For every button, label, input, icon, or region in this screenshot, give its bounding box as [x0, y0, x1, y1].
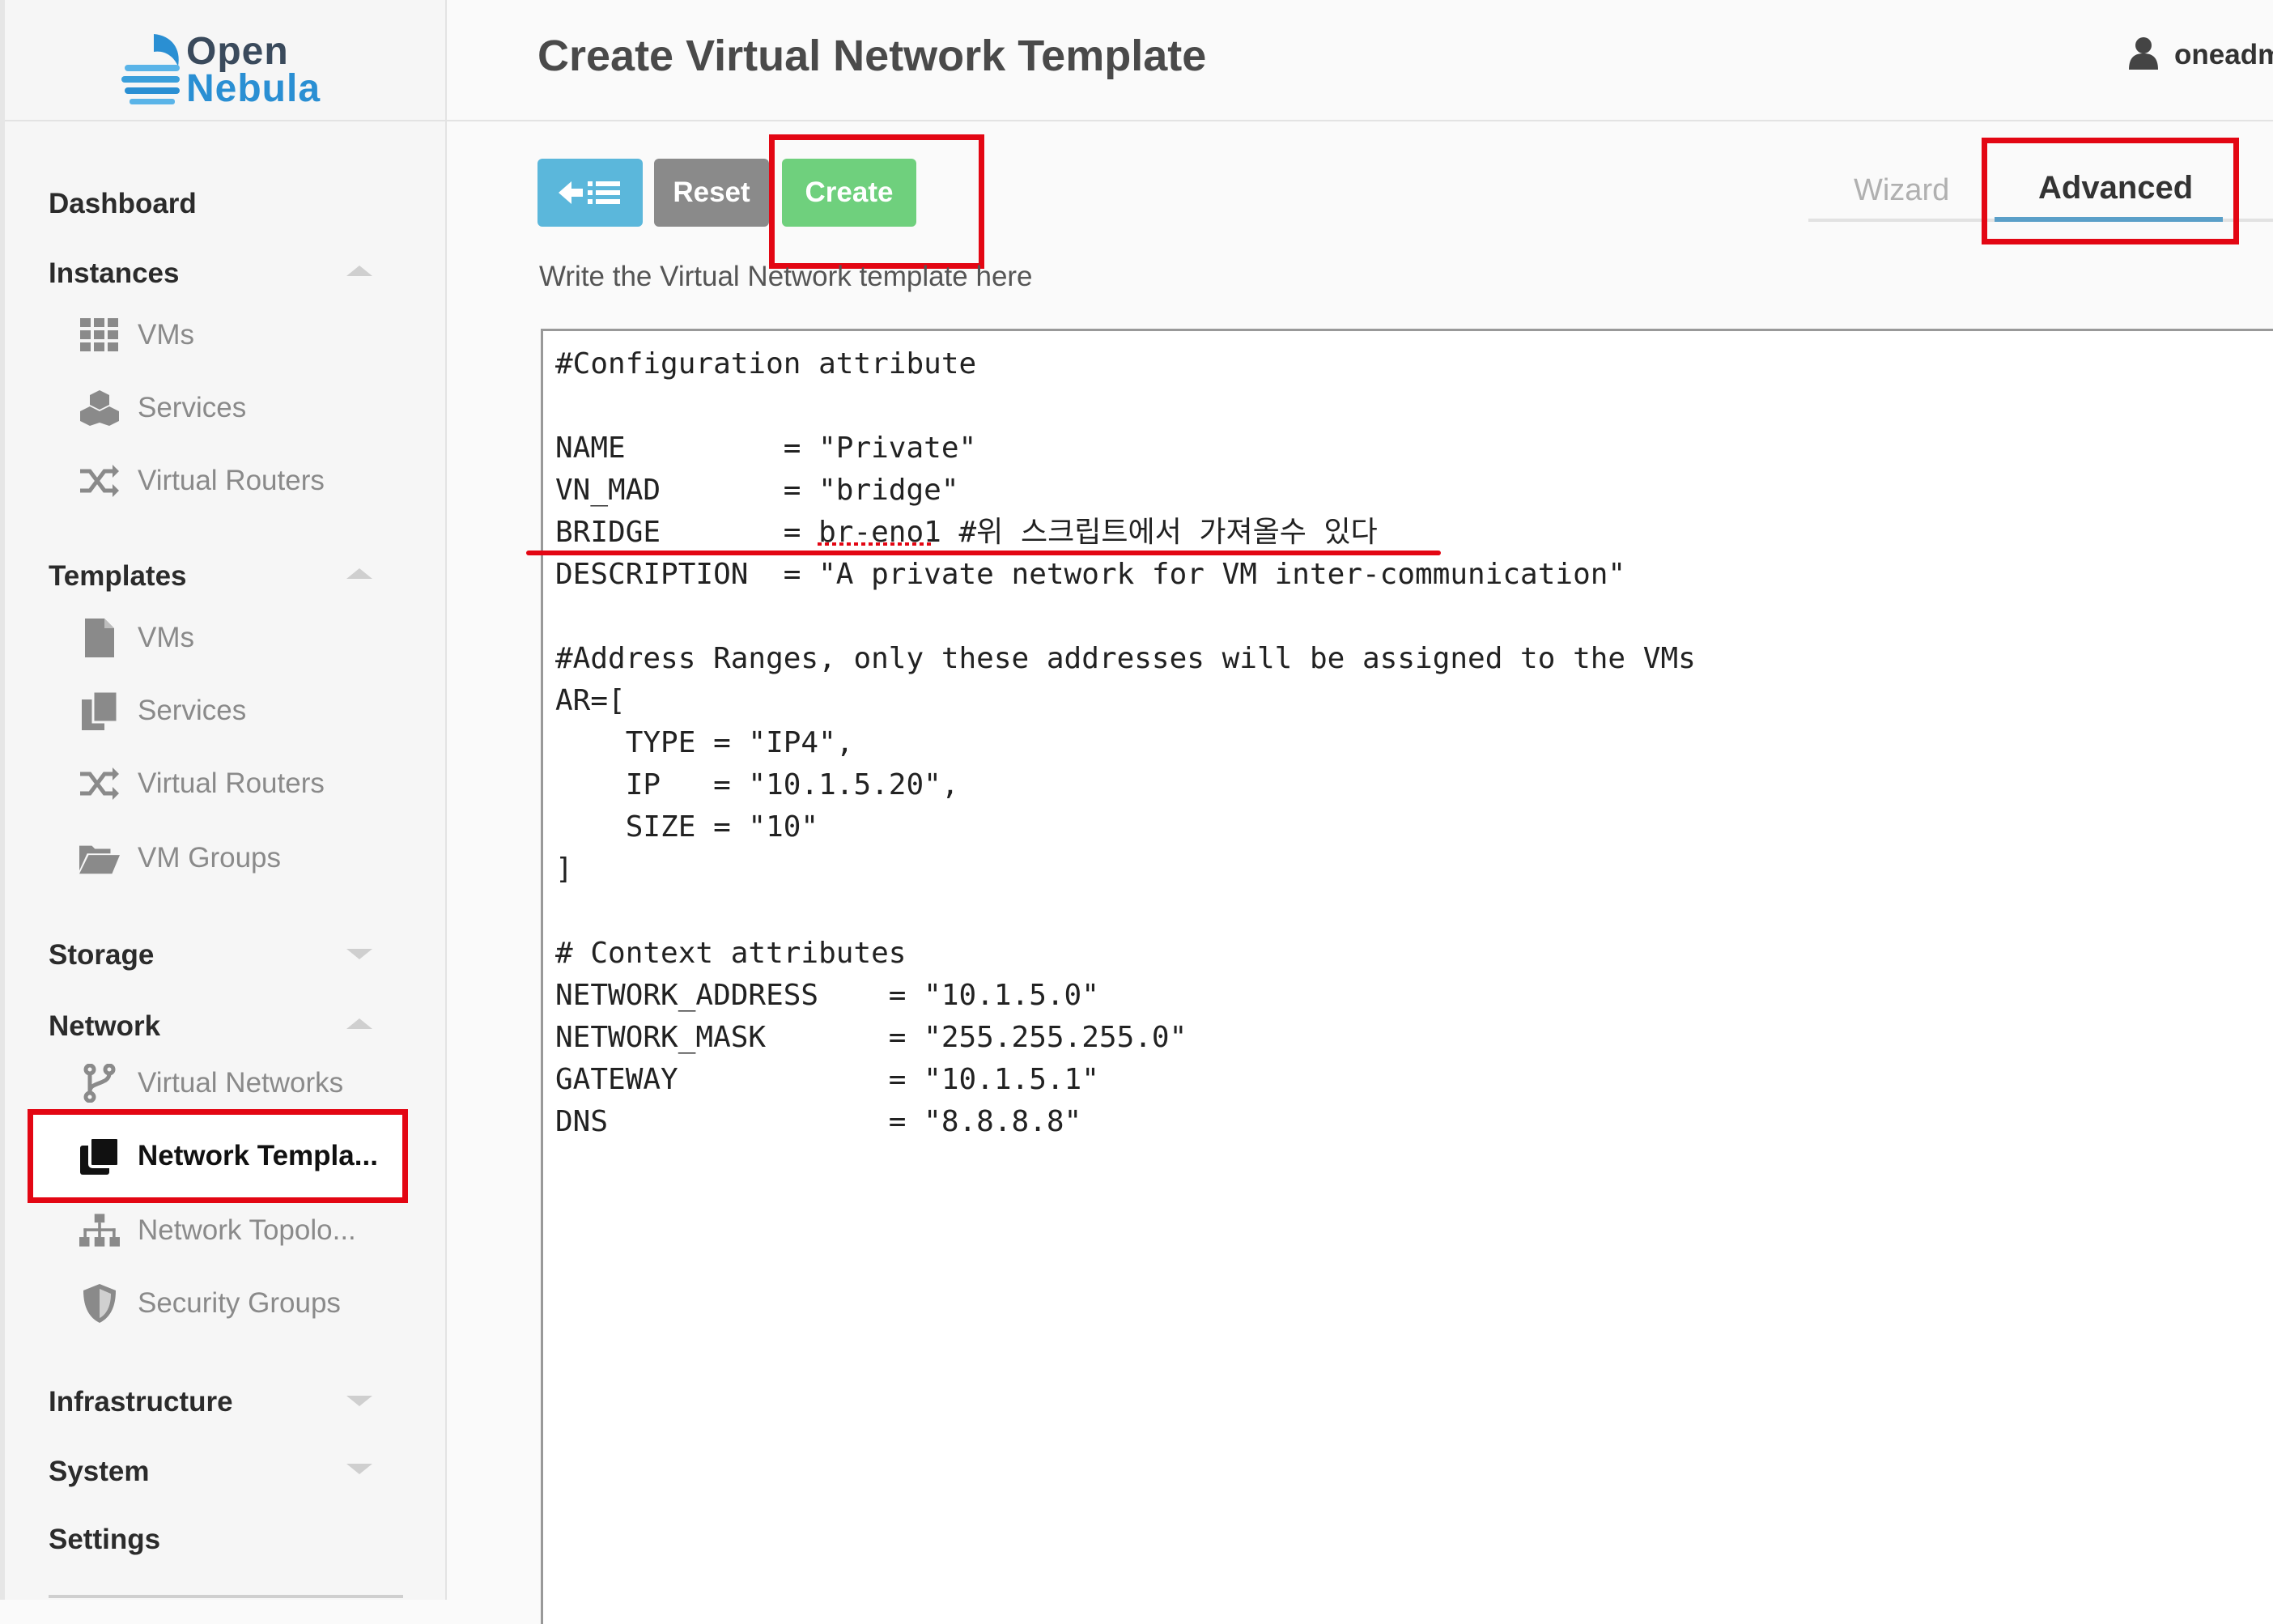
- collapse-caret-icon[interactable]: [346, 266, 372, 276]
- sidebar-item-label: VM Groups: [138, 842, 281, 874]
- sidebar-item-label: VMs: [138, 319, 194, 351]
- menu-settings[interactable]: Settings: [49, 1524, 160, 1556]
- sidebar-item-label: VMs: [138, 622, 194, 653]
- sidebar-item-virtual-networks[interactable]: Virtual Networks: [76, 1051, 416, 1116]
- reset-button[interactable]: Reset: [654, 159, 769, 227]
- sidebar-item-label: Security Groups: [138, 1287, 341, 1319]
- shuffle-icon: [79, 461, 120, 500]
- menu-templates[interactable]: Templates: [49, 560, 187, 593]
- cubes-icon: [79, 389, 120, 427]
- code-fork-icon: [79, 1064, 120, 1103]
- menu-network[interactable]: Network: [49, 1010, 160, 1043]
- grid-icon: [79, 316, 120, 355]
- annotation-underline: [526, 551, 1441, 555]
- sidebar-item-instances-services[interactable]: Services: [76, 376, 416, 440]
- menu-instances[interactable]: Instances: [49, 257, 179, 290]
- menu-system[interactable]: System: [49, 1456, 150, 1488]
- sidebar-item-label: Virtual Routers: [138, 767, 325, 799]
- sidebar-item-templates-virtual-routers[interactable]: Virtual Routers: [76, 751, 416, 816]
- file-icon: [79, 619, 120, 657]
- tab-wizard[interactable]: Wizard: [1854, 173, 1949, 208]
- spellcheck-underline: [818, 542, 931, 546]
- sidebar-item-templates-vm-groups[interactable]: VM Groups: [76, 826, 416, 891]
- menu-infrastructure[interactable]: Infrastructure: [49, 1386, 233, 1418]
- expand-caret-icon[interactable]: [346, 1464, 372, 1474]
- divider: [49, 1595, 403, 1598]
- collapse-caret-icon[interactable]: [346, 1018, 372, 1029]
- username: oneadm: [2174, 39, 2273, 70]
- sidebar-item-label: Services: [138, 695, 247, 726]
- highlight-box: [1982, 138, 2239, 244]
- arrow-left-list-icon: [559, 181, 620, 204]
- sidebar-item-instances-vms[interactable]: VMs: [76, 303, 416, 368]
- copy-icon: [79, 691, 120, 730]
- expand-caret-icon[interactable]: [346, 1396, 372, 1406]
- folder-open-icon: [79, 839, 120, 878]
- menu-dashboard[interactable]: Dashboard: [49, 188, 197, 220]
- sidebar-item-label: Virtual Routers: [138, 465, 325, 496]
- sidebar-item-label: Services: [138, 392, 247, 423]
- divider: [447, 120, 2273, 121]
- sidebar-item-instances-virtual-routers[interactable]: Virtual Routers: [76, 449, 416, 513]
- page-title: Create Virtual Network Template: [537, 32, 1207, 80]
- divider: [5, 120, 447, 121]
- back-to-list-button[interactable]: [537, 159, 643, 227]
- sidebar-item-templates-vms[interactable]: VMs: [76, 606, 416, 670]
- sidebar-item-label: Network Topolo...: [138, 1214, 356, 1246]
- sidebar-item-label: Virtual Networks: [138, 1067, 344, 1099]
- sidebar-item-templates-services[interactable]: Services: [76, 678, 416, 743]
- shuffle-icon: [79, 764, 120, 803]
- clone-icon: [79, 1137, 120, 1175]
- sidebar-item-label: Network Templa...: [138, 1140, 378, 1171]
- expand-caret-icon[interactable]: [346, 949, 372, 959]
- help-text: Write the Virtual Network template here: [539, 261, 1033, 292]
- logo-text-nebula: Nebula: [186, 67, 321, 110]
- cloud-logo-icon: [121, 34, 180, 104]
- sidebar-item-security-groups[interactable]: Security Groups: [76, 1271, 416, 1336]
- opennebula-logo[interactable]: Open Nebula: [121, 24, 332, 113]
- sidebar-item-network-topology[interactable]: Network Topolo...: [76, 1198, 416, 1263]
- sidebar: Open Nebula Dashboard Instances VMs Serv…: [0, 0, 447, 1600]
- sitemap-icon: [79, 1211, 120, 1250]
- template-textarea[interactable]: #Configuration attribute NAME = "Private…: [555, 343, 1696, 1143]
- collapse-caret-icon[interactable]: [346, 568, 372, 579]
- shield-icon: [79, 1284, 120, 1323]
- highlight-box: [769, 134, 984, 269]
- user-menu[interactable]: oneadm: [2129, 36, 2273, 76]
- menu-storage[interactable]: Storage: [49, 939, 154, 971]
- sidebar-item-network-templates[interactable]: Network Templa...: [76, 1124, 416, 1188]
- user-icon: [2129, 37, 2158, 74]
